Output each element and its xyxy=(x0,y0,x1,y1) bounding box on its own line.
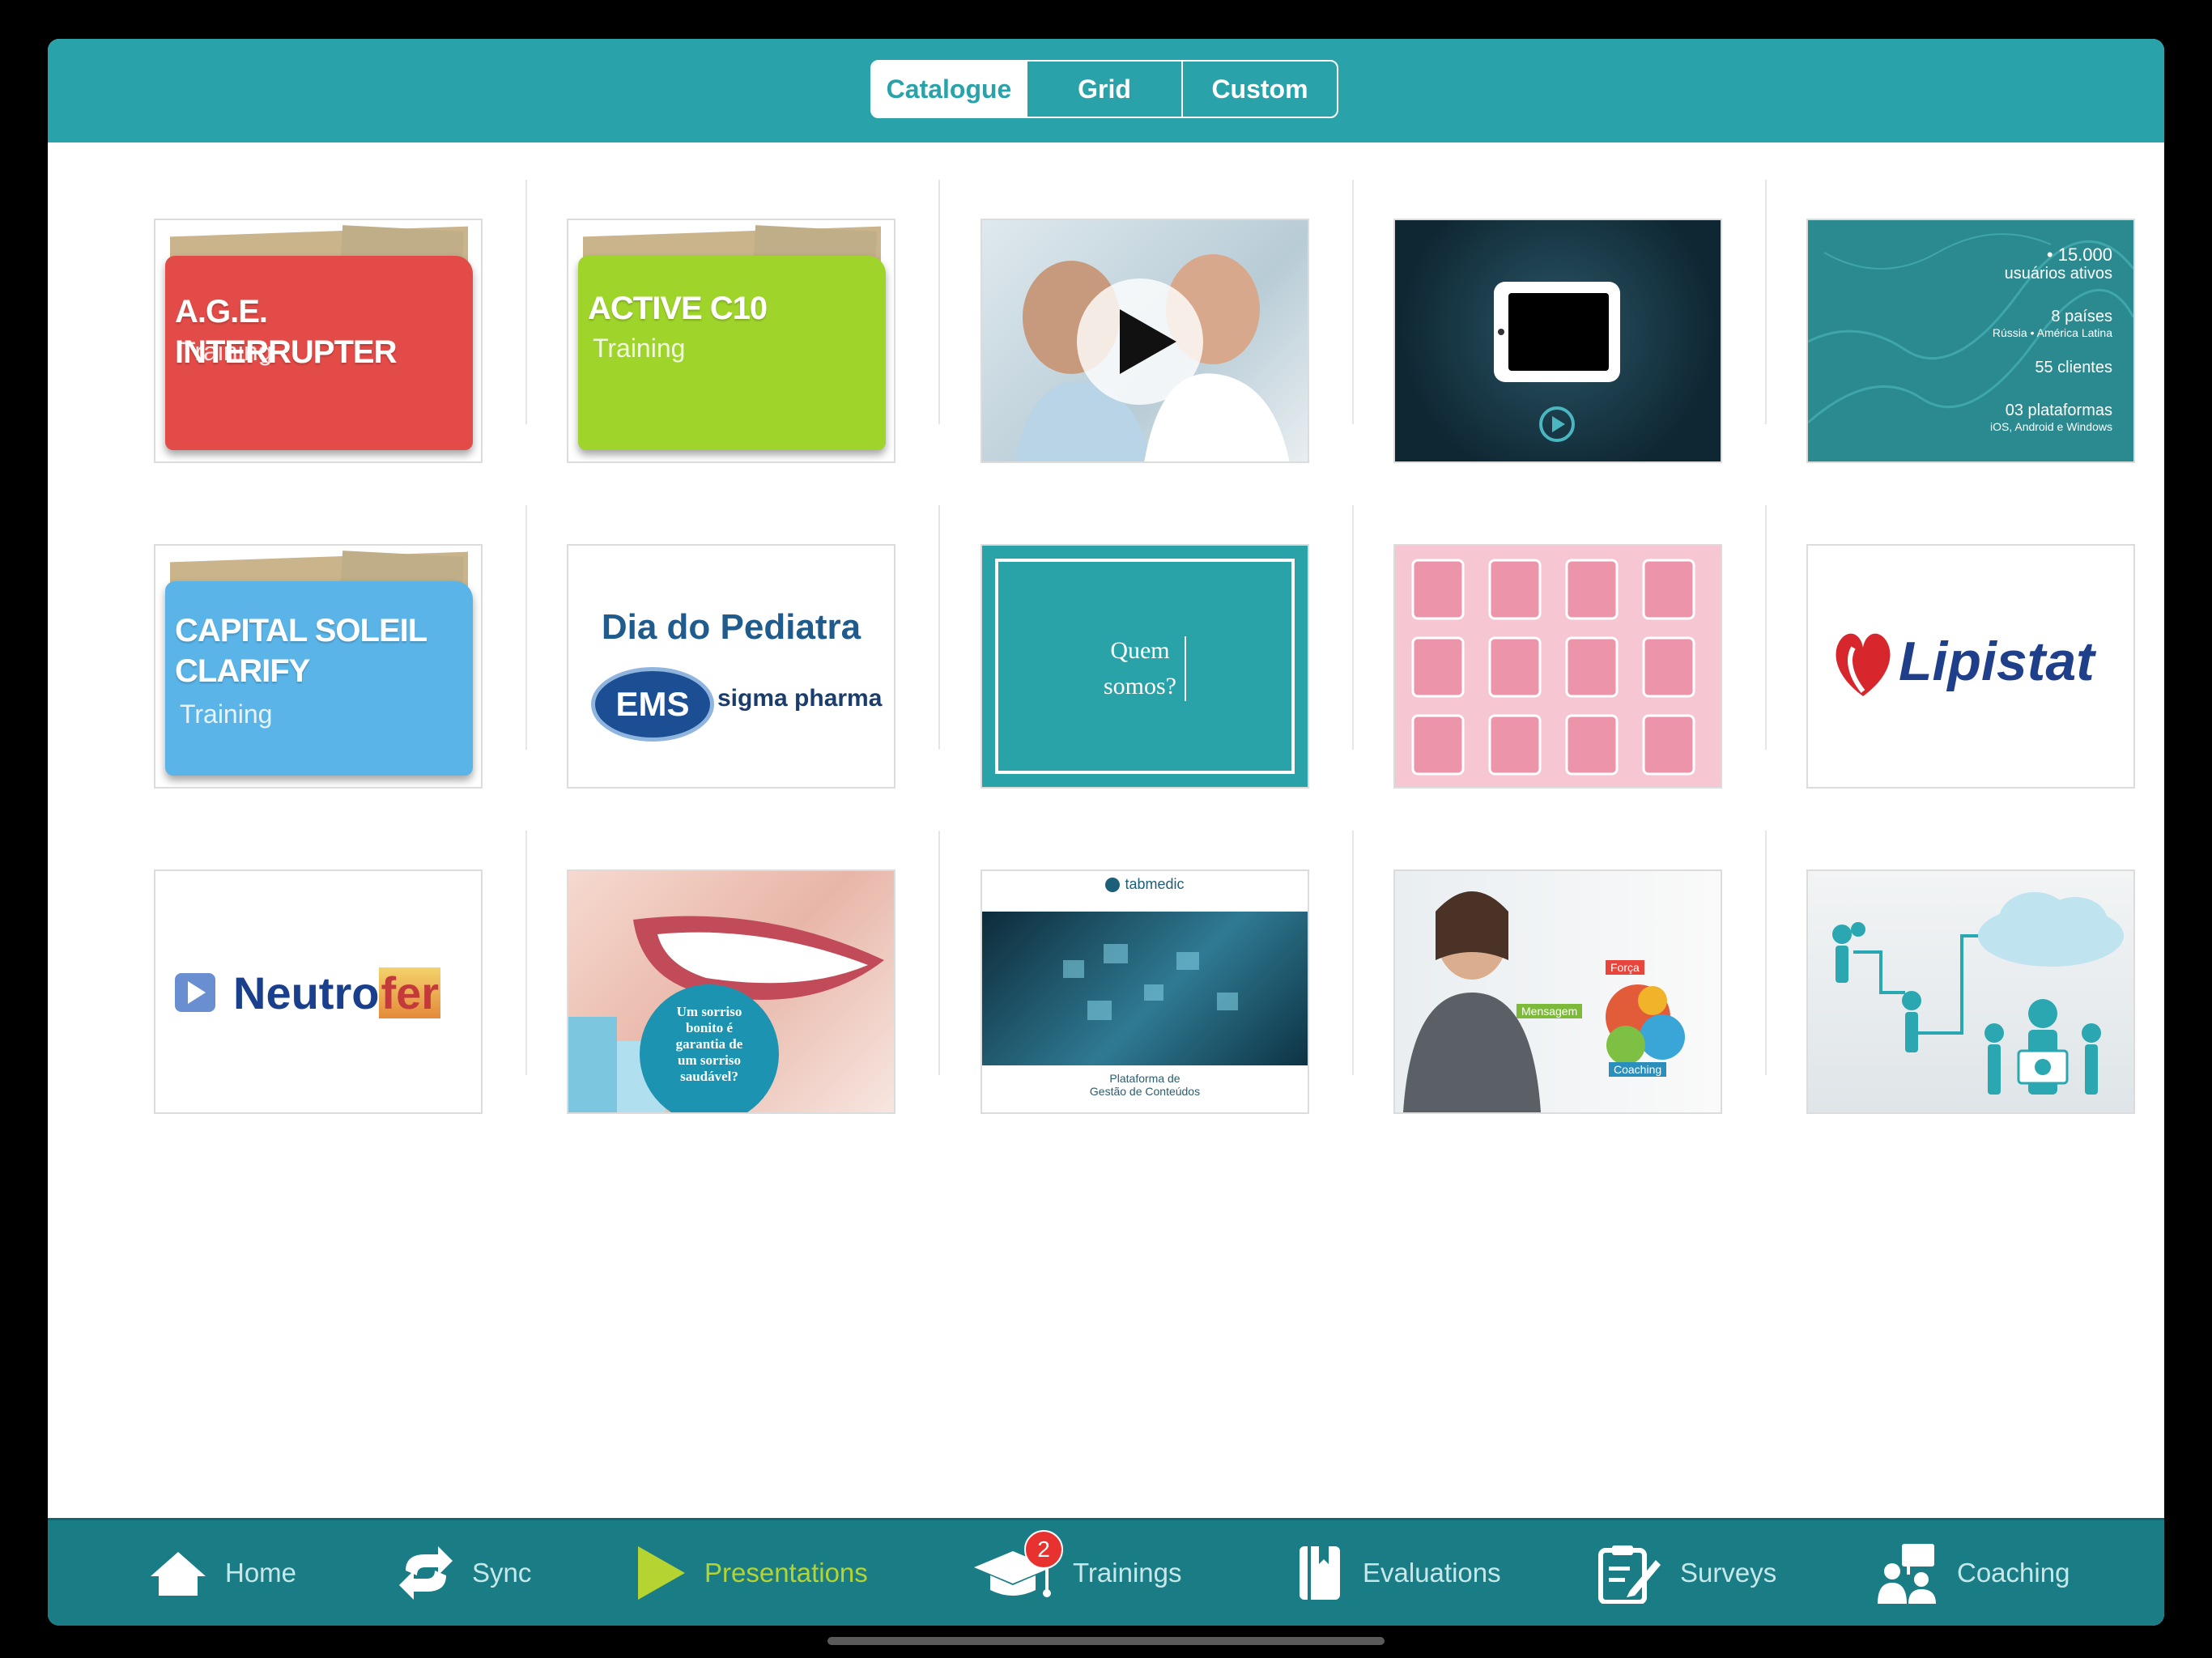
presentation-tile-lipistat[interactable]: Lipistat xyxy=(1806,544,2135,789)
tabmedic-logo-icon xyxy=(1105,878,1121,893)
ems-logo: EMS xyxy=(591,667,714,742)
tab-label: Presentations xyxy=(704,1558,868,1588)
tile-title: ACTIVE C10 xyxy=(588,291,768,326)
tile-subtitle: Training xyxy=(180,699,273,729)
tab-home[interactable]: Home xyxy=(149,1520,296,1626)
column-divider xyxy=(525,180,527,424)
presentation-tile-capital-soleil[interactable]: CAPITAL SOLEIL CLARIFY Training xyxy=(154,544,483,789)
tab-evaluations[interactable]: Evaluations xyxy=(1295,1520,1501,1626)
woman-thumbnail xyxy=(1403,891,1685,1112)
play-logo-icon xyxy=(175,973,215,1012)
home-icon xyxy=(149,1549,207,1597)
column-divider xyxy=(1352,831,1354,1075)
column-divider xyxy=(1352,505,1354,750)
tile-title: Lipistat xyxy=(1899,631,2095,692)
column-divider xyxy=(1352,180,1354,424)
callout-text: Um sorriso bonito é garantia de um sorri… xyxy=(675,1004,743,1084)
tab-label: Coaching xyxy=(1957,1558,2070,1588)
app-window: Catalogue Grid Custom A.G.E. INTERRUPTER… xyxy=(48,39,2164,1626)
column-divider xyxy=(525,505,527,750)
tile-title: Neutrofer xyxy=(233,967,441,1018)
brand-label: tabmedic xyxy=(982,876,1308,893)
tab-label: Trainings xyxy=(1073,1558,1182,1588)
presentation-tile-video[interactable] xyxy=(981,219,1309,463)
presentation-tile-stats[interactable]: • 15.000 usuários ativos 8 países Rússia… xyxy=(1806,219,2135,463)
column-divider xyxy=(1765,831,1767,1075)
clipboard-icon xyxy=(1597,1542,1662,1604)
label-coaching: Coaching xyxy=(1609,1062,1667,1077)
sync-icon xyxy=(398,1545,454,1601)
presentation-tile-woman[interactable]: Força Mensagem Coaching xyxy=(1393,869,1722,1114)
stats-text: • 15.000 usuários ativos 8 países Rússia… xyxy=(1990,244,2112,434)
presentation-tile-age-interrupter[interactable]: A.G.E. INTERRUPTER Training xyxy=(154,219,483,463)
presentation-tile-tabmedic[interactable]: tabmedic Plataforma de Gestão de Conteúd… xyxy=(981,869,1309,1114)
column-divider xyxy=(1765,180,1767,424)
view-mode-segmented-control: Catalogue Grid Custom xyxy=(870,60,1338,118)
divider-line xyxy=(1185,636,1186,701)
home-indicator[interactable] xyxy=(827,1637,1385,1645)
label-mensagem: Mensagem xyxy=(1516,1004,1583,1018)
tab-label: Home xyxy=(225,1558,297,1588)
notification-badge: 2 xyxy=(1024,1530,1063,1569)
tab-label: Sync xyxy=(472,1558,532,1588)
tab-coaching[interactable]: Coaching xyxy=(1874,1520,2069,1626)
tab-surveys[interactable]: Surveys xyxy=(1597,1520,1776,1626)
caption: Plataforma de Gestão de Conteúdos xyxy=(1089,1072,1201,1098)
tab-label: Evaluations xyxy=(1363,1558,1501,1588)
book-icon xyxy=(1295,1545,1345,1601)
pink-tiles-thumbnail xyxy=(1411,559,1695,776)
graduation-cap-icon: 2 xyxy=(971,1530,1063,1601)
tech-image xyxy=(982,912,1308,1065)
lipistat-logo-icon xyxy=(1836,633,1891,696)
column-divider xyxy=(938,831,940,1075)
label-forca: Força xyxy=(1606,960,1644,975)
column-divider xyxy=(938,505,940,750)
column-divider xyxy=(938,180,940,424)
presentation-tile-neutrofer[interactable]: Neutrofer xyxy=(154,869,483,1114)
tile-subtitle: Training xyxy=(180,337,273,366)
tile-title: Dia do Pediatra xyxy=(601,607,861,647)
presentation-tile-pink-pattern[interactable] xyxy=(1393,544,1722,789)
brand-tagline: sigma pharma xyxy=(717,685,883,712)
folder-thumbnail: ACTIVE C10 Training xyxy=(568,220,894,461)
tile-title: CAPITAL SOLEIL CLARIFY xyxy=(175,613,428,689)
presentation-tile-smile[interactable]: Um sorriso bonito é garantia de um sorri… xyxy=(567,869,895,1114)
segment-custom[interactable]: Custom xyxy=(1181,62,1337,117)
column-divider xyxy=(525,831,527,1075)
tab-label: Surveys xyxy=(1680,1558,1777,1588)
tech-screens xyxy=(1063,944,1238,1020)
tab-presentations[interactable]: Presentations xyxy=(635,1520,868,1626)
segment-grid[interactable]: Grid xyxy=(1026,62,1181,117)
group-icon xyxy=(1874,1542,1939,1604)
tablet-thumbnail xyxy=(1494,282,1620,442)
play-icon xyxy=(635,1545,687,1601)
top-bar: Catalogue Grid Custom xyxy=(48,39,2164,142)
network-cloud-thumbnail xyxy=(1832,892,2124,1095)
folder-thumbnail: CAPITAL SOLEIL CLARIFY Training xyxy=(155,546,481,787)
presentation-tile-cloud[interactable] xyxy=(1806,869,2135,1114)
presentation-tile-dia-do-pediatra[interactable]: Dia do Pediatra EMS sigma pharma xyxy=(567,544,895,789)
bottom-tab-bar: Home Sync Presentations 2 Trainings Eval… xyxy=(48,1518,2164,1626)
folder-thumbnail: A.G.E. INTERRUPTER Training xyxy=(155,220,481,461)
presentation-tile-active-c10[interactable]: ACTIVE C10 Training xyxy=(567,219,895,463)
doctors-thumbnail xyxy=(1015,254,1290,461)
tab-trainings[interactable]: 2 Trainings xyxy=(971,1520,1182,1626)
segment-catalogue[interactable]: Catalogue xyxy=(872,62,1026,117)
tile-title: Quem somos? xyxy=(1104,637,1176,699)
column-divider xyxy=(1765,505,1767,750)
presentation-tile-quem-somos[interactable]: Quem somos? xyxy=(981,544,1309,789)
presentation-tile-tablet[interactable] xyxy=(1393,219,1722,463)
tab-sync[interactable]: Sync xyxy=(398,1520,531,1626)
tile-subtitle: Training xyxy=(593,334,686,363)
